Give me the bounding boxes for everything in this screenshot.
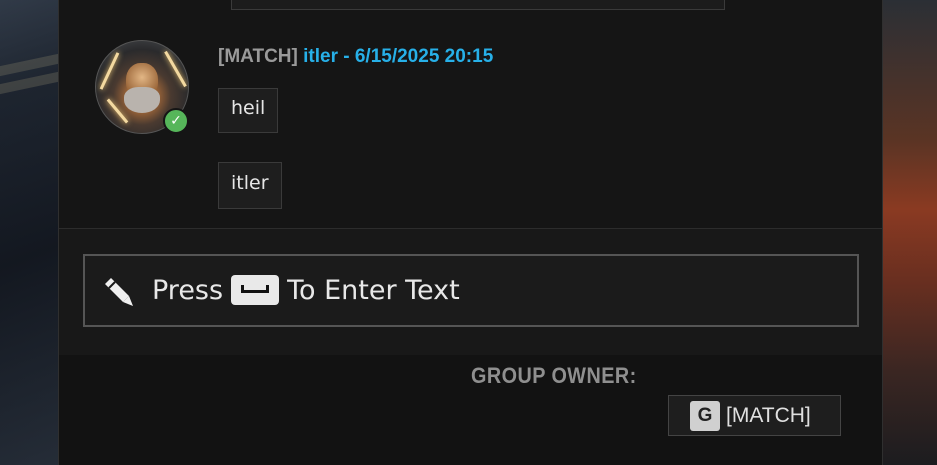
message-header: [MATCH] itler - 6/15/2025 20:15 (218, 46, 493, 68)
background-right (883, 0, 937, 465)
input-hint-suffix: To Enter Text (287, 274, 460, 306)
input-hint: Press To Enter Text (152, 270, 460, 310)
group-footer: GROUP OWNER: G [MATCH] (59, 355, 882, 465)
message-bubble: itler (218, 162, 282, 209)
sender-avatar[interactable]: ✓ (95, 40, 189, 134)
online-check-icon: ✓ (163, 108, 189, 134)
chat-input-prompt[interactable]: Press To Enter Text (83, 254, 859, 327)
pencil-icon (105, 278, 133, 306)
spacebar-key-icon (231, 275, 280, 305)
sender-name-timestamp[interactable]: itler - 6/15/2025 20:15 (303, 46, 493, 67)
previous-message-bubble (231, 0, 725, 10)
background-left (0, 0, 58, 465)
input-hint-prefix: Press (152, 274, 224, 306)
message-bubble: heil (218, 88, 279, 133)
group-owner-name: [MATCH] (726, 403, 811, 427)
group-owner-button[interactable]: G [MATCH] (668, 395, 841, 436)
sender-tag[interactable]: [MATCH] (218, 46, 298, 67)
chat-panel: ✓ [MATCH] itler - 6/15/2025 20:15 heil i… (58, 0, 883, 465)
message-list[interactable]: ✓ [MATCH] itler - 6/15/2025 20:15 heil i… (59, 0, 882, 229)
group-owner-label: GROUP OWNER: (471, 363, 637, 388)
group-g-icon: G (690, 400, 720, 431)
